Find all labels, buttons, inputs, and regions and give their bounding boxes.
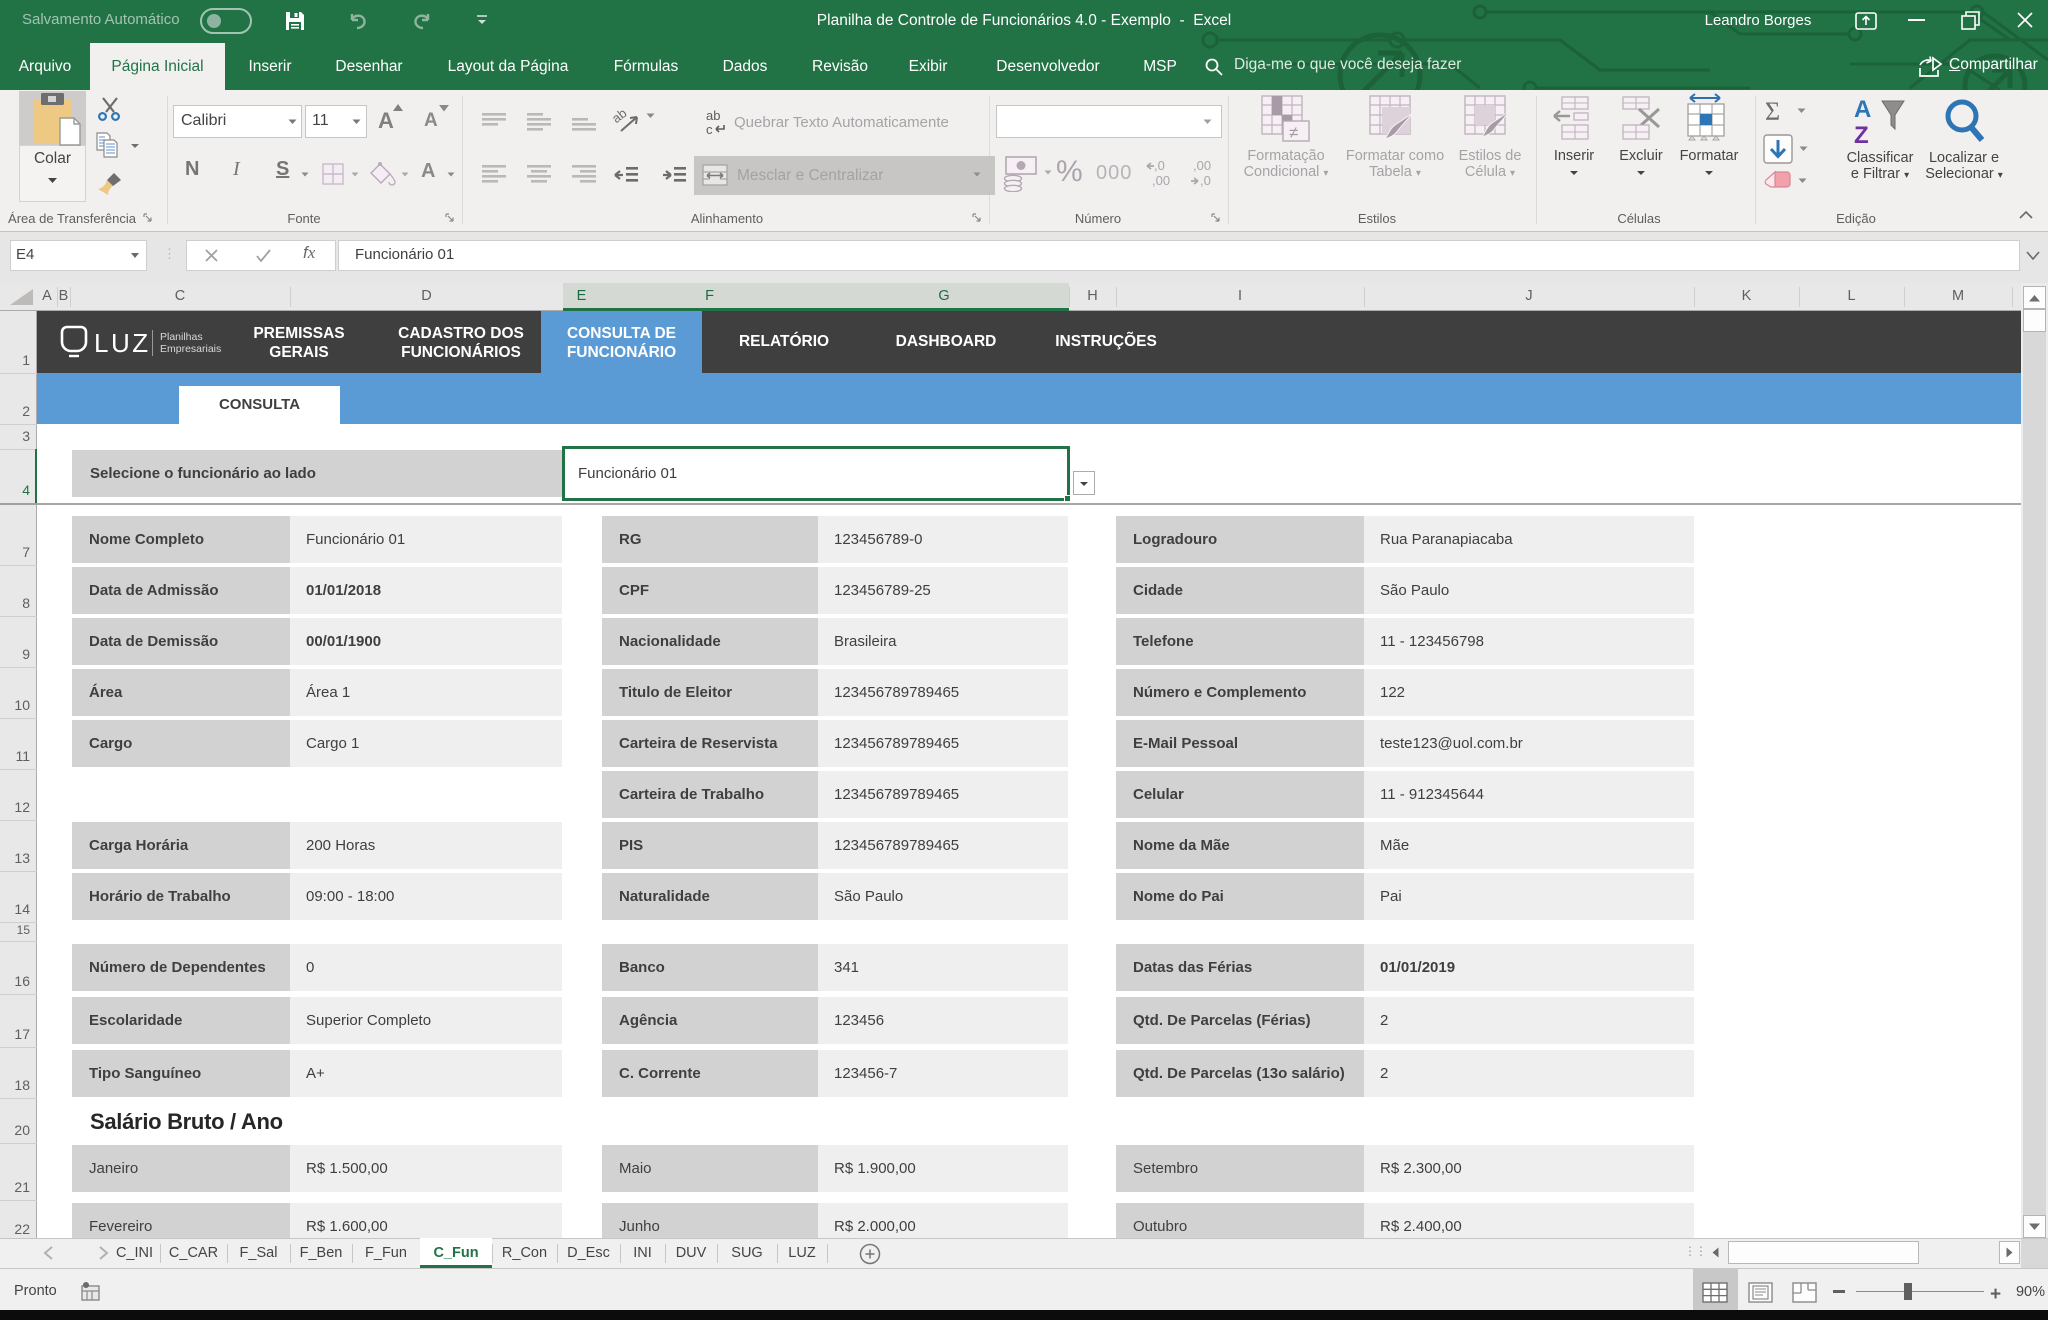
svg-text:ab: ab <box>613 107 630 126</box>
svg-text:c: c <box>706 122 713 136</box>
svg-text:Z: Z <box>1854 122 1869 147</box>
svg-text:,00: ,00 <box>1152 173 1170 188</box>
svg-text:≠: ≠ <box>1289 123 1298 142</box>
svg-text:,00: ,00 <box>1193 158 1211 173</box>
svg-text:A: A <box>1854 96 1871 123</box>
svg-text:,0: ,0 <box>1200 173 1211 188</box>
svg-text:ab: ab <box>706 108 720 123</box>
svg-text:,0: ,0 <box>1154 158 1165 173</box>
